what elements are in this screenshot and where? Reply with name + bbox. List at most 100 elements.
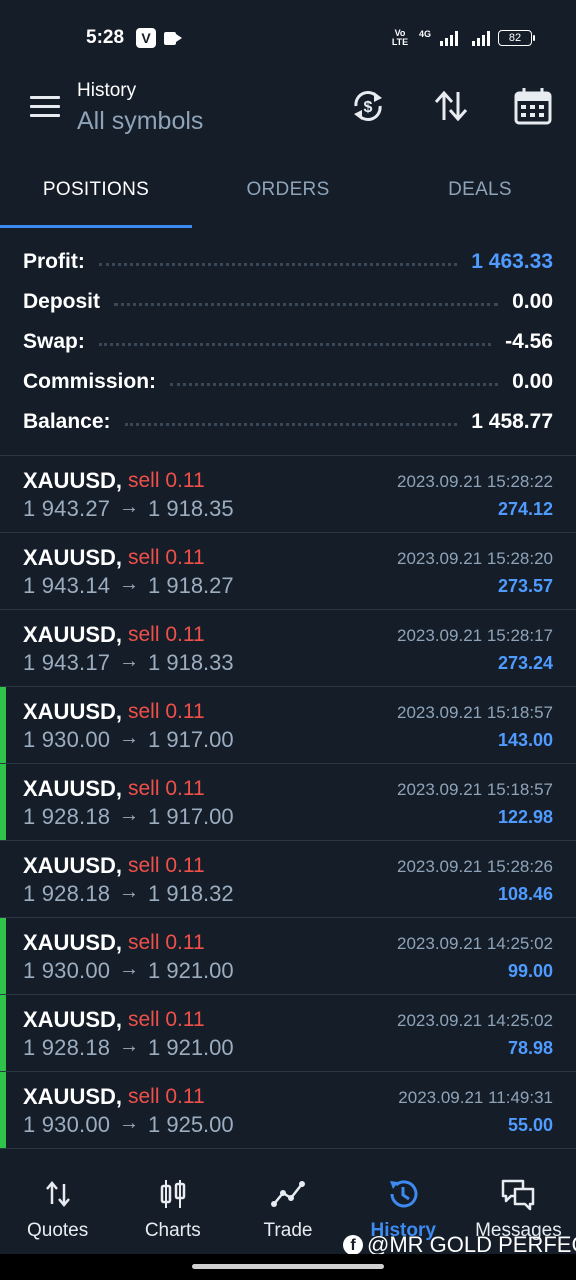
quotes-icon — [45, 1181, 70, 1207]
position-profit: 78.98 — [507, 1038, 553, 1058]
position-row[interactable]: XAUUSD, sell 0.11 1 928.18 → 1 917.00 20… — [0, 764, 576, 841]
position-row[interactable]: XAUUSD, sell 0.11 1 930.00 → 1 917.00 20… — [0, 687, 576, 764]
position-close-price: 1 921.00 — [148, 958, 234, 983]
position-symbol: XAUUSD, — [23, 776, 123, 801]
position-symbol: XAUUSD, — [23, 853, 123, 878]
summary-row-commission: Commission: 0.00 — [0, 362, 576, 402]
position-symbol: XAUUSD, — [23, 1084, 123, 1109]
position-row[interactable]: XAUUSD, sell 0.11 1 930.00 → 1 925.00 20… — [0, 1072, 576, 1149]
summary-row-profit: Profit: 1 463.33 — [0, 242, 576, 282]
position-time: 2023.09.21 15:28:22 — [397, 472, 553, 491]
symbol-selector[interactable]: All symbols — [77, 107, 203, 136]
summary-panel: Profit: 1 463.33 Deposit 0.00 Swap: -4.5… — [0, 242, 576, 442]
position-symbol: XAUUSD, — [23, 930, 123, 955]
arrow-right-icon: → — [119, 804, 139, 826]
position-row[interactable]: XAUUSD, sell 0.11 1 943.27 → 1 918.35 20… — [0, 456, 576, 533]
position-close-price: 1 921.00 — [148, 1035, 234, 1060]
nav-quotes[interactable]: Quotes — [0, 1162, 115, 1254]
position-side: sell 0.11 — [128, 469, 205, 492]
position-side: sell 0.11 — [128, 854, 205, 877]
position-symbol: XAUUSD, — [23, 699, 123, 724]
network-type: 4G — [418, 29, 431, 39]
arrow-right-icon: → — [119, 1035, 139, 1057]
position-time: 2023.09.21 15:18:57 — [397, 780, 553, 799]
position-side: sell 0.11 — [128, 931, 205, 954]
position-time: 2023.09.21 14:25:02 — [397, 934, 553, 953]
arrow-right-icon: → — [119, 727, 139, 749]
video-camera-icon — [164, 31, 183, 45]
summary-value: 1 463.33 — [471, 250, 553, 273]
summary-row-balance: Balance: 1 458.77 — [0, 402, 576, 442]
position-profit: 143.00 — [497, 730, 553, 750]
position-profit: 108.46 — [497, 884, 553, 904]
position-open-price: 1 928.18 — [23, 1035, 111, 1060]
position-open-price: 1 930.00 — [23, 1112, 111, 1137]
position-side: sell 0.11 — [128, 700, 205, 723]
positions-list: XAUUSD, sell 0.11 1 943.27 → 1 918.35 20… — [0, 456, 576, 1149]
trade-icon — [271, 1181, 305, 1207]
summary-label: Swap: — [23, 330, 85, 353]
position-close-price: 1 917.00 — [148, 804, 234, 829]
tab-deals[interactable]: DEALS — [384, 152, 576, 228]
app-notification-icon: V — [136, 28, 157, 48]
arrow-right-icon: → — [119, 573, 139, 595]
position-open-price: 1 943.17 — [23, 650, 111, 675]
position-row[interactable]: XAUUSD, sell 0.11 1 930.00 → 1 921.00 20… — [0, 918, 576, 995]
menu-icon[interactable] — [30, 96, 60, 118]
position-open-price: 1 943.14 — [23, 573, 111, 598]
position-close-price: 1 918.35 — [148, 496, 234, 521]
position-row[interactable]: XAUUSD, sell 0.11 1 928.18 → 1 918.32 20… — [0, 841, 576, 918]
currency-sync-icon[interactable]: $ — [348, 86, 388, 126]
sort-icon[interactable] — [431, 86, 471, 126]
position-symbol: XAUUSD, — [23, 468, 123, 493]
position-symbol: XAUUSD, — [23, 1007, 123, 1032]
summary-label: Balance: — [23, 410, 111, 433]
position-side: sell 0.11 — [128, 777, 205, 800]
history-tabs: POSITIONS ORDERS DEALS — [0, 152, 576, 228]
position-profit: 122.98 — [497, 807, 553, 827]
nav-label: Charts — [144, 1220, 201, 1241]
summary-label: Commission: — [23, 370, 157, 393]
arrow-right-icon: → — [119, 650, 139, 672]
position-profit: 55.00 — [507, 1115, 553, 1135]
history-icon — [390, 1180, 418, 1208]
arrow-right-icon: → — [119, 1112, 139, 1134]
dotted-leader — [98, 342, 492, 346]
summary-label: Profit: — [23, 250, 85, 273]
volte-indicator: Vo LTE — [391, 28, 409, 47]
summary-value: -4.56 — [505, 330, 553, 353]
position-close-price: 1 918.32 — [148, 881, 234, 906]
position-time: 2023.09.21 14:25:02 — [397, 1011, 553, 1030]
nav-trade[interactable]: Trade — [230, 1162, 345, 1254]
position-symbol: XAUUSD, — [23, 622, 123, 647]
charts-icon — [160, 1180, 186, 1208]
position-open-price: 1 930.00 — [23, 727, 111, 752]
position-row[interactable]: XAUUSD, sell 0.11 1 943.14 → 1 918.27 20… — [0, 533, 576, 610]
status-time: 5:28 — [86, 27, 125, 48]
calendar-icon[interactable] — [513, 86, 553, 126]
nav-label: Trade — [263, 1220, 313, 1241]
position-side: sell 0.11 — [128, 546, 205, 569]
dotted-leader — [124, 422, 458, 426]
position-row[interactable]: XAUUSD, sell 0.11 1 943.17 → 1 918.33 20… — [0, 610, 576, 687]
tab-orders[interactable]: ORDERS — [192, 152, 384, 228]
signal-strength-icon-2 — [472, 30, 490, 46]
dotted-leader — [98, 262, 458, 266]
battery-icon: 82 — [498, 30, 535, 46]
dotted-leader — [170, 382, 499, 386]
position-symbol: XAUUSD, — [23, 545, 123, 570]
status-bar: 5:28 V Vo LTE 4G 82 — [0, 0, 576, 76]
tab-positions[interactable]: POSITIONS — [0, 152, 192, 228]
position-time: 2023.09.21 15:28:26 — [397, 857, 553, 876]
signal-strength-icon — [440, 30, 458, 46]
position-row[interactable]: XAUUSD, sell 0.11 1 928.18 → 1 921.00 20… — [0, 995, 576, 1072]
position-close-price: 1 918.33 — [148, 650, 234, 675]
position-profit: 273.24 — [497, 653, 553, 673]
position-open-price: 1 928.18 — [23, 881, 111, 906]
arrow-right-icon: → — [119, 958, 139, 980]
position-side: sell 0.11 — [128, 1008, 205, 1031]
home-indicator[interactable] — [192, 1264, 384, 1269]
arrow-right-icon: → — [119, 881, 139, 903]
nav-charts[interactable]: Charts — [115, 1162, 230, 1254]
position-profit: 99.00 — [507, 961, 553, 981]
